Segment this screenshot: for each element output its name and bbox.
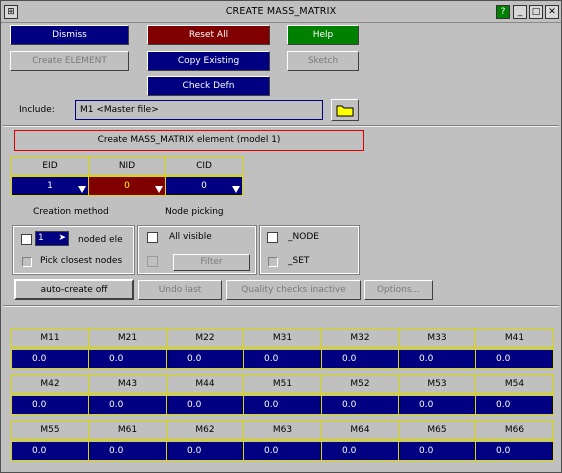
matrix-value-field[interactable]: 0.0 [11,441,89,461]
creation-method-label: Creation method [33,207,109,217]
dropdown-arrow-icon[interactable] [155,186,163,193]
noded-checkbox[interactable] [21,234,32,245]
dropdown-arrow-icon[interactable] [78,186,86,193]
matrix-header: M22 [166,328,244,348]
options-button[interactable]: Options... [364,280,433,300]
copy-existing-button[interactable]: Copy Existing [147,51,270,71]
matrix-header: M65 [398,420,476,440]
check-defn-button[interactable]: Check Defn [147,76,270,96]
matrix-value-field[interactable]: 0.0 [243,349,322,369]
minimize-icon[interactable]: _ [513,5,527,19]
matrix-value-field[interactable]: 0.0 [321,441,399,461]
matrix-header: M33 [398,328,476,348]
cid-value: 0 [201,181,207,191]
create-element-button[interactable]: Create ELEMENT [10,51,129,71]
noded-count-field[interactable]: 1 ➤ [35,231,69,246]
close-icon[interactable]: ✕ [545,5,559,19]
matrix-value-field[interactable]: 0.0 [475,441,554,461]
noded-ele-label: noded ele [78,235,123,245]
sketch-button[interactable]: Sketch [287,51,359,71]
include-field[interactable]: M1 <Master file> [75,100,323,120]
matrix-value-field[interactable]: 0.0 [88,395,167,415]
window-title: CREATE MASS_MATRIX [225,6,337,17]
matrix-value-field[interactable]: 0.0 [243,395,322,415]
all-visible-checkbox[interactable] [147,232,158,243]
matrix-header: M62 [166,420,244,440]
nid-field[interactable]: 0 [88,176,166,196]
separator [3,305,559,307]
eid-header: EID [11,156,89,176]
folder-icon [336,105,354,117]
auto-create-button[interactable]: auto-create off [14,279,134,300]
pick-closest-label: Pick closest nodes [40,256,123,266]
matrix-header: M41 [475,328,554,348]
matrix-header: M31 [243,328,322,348]
matrix-header: M51 [243,374,322,394]
matrix-value-field[interactable]: 0.0 [88,349,167,369]
node-picking-label: Node picking [165,207,224,217]
folder-icon-button[interactable] [331,99,359,121]
matrix-header: M52 [321,374,399,394]
cid-field[interactable]: 0 [165,176,243,196]
matrix-header: M43 [88,374,167,394]
nid-header: NID [88,156,166,176]
filter-checkbox[interactable] [147,256,158,267]
matrix-value-field[interactable]: 0.0 [88,441,167,461]
help-icon[interactable]: ? [496,5,510,19]
node-checkbox[interactable] [267,232,278,243]
matrix-header: M11 [11,328,89,348]
matrix-value-field[interactable]: 0.0 [475,395,554,415]
matrix-header: M64 [321,420,399,440]
matrix-header: M42 [11,374,89,394]
matrix-value-field[interactable]: 0.0 [11,395,89,415]
matrix-value-field[interactable]: 0.0 [166,349,244,369]
matrix-value-field[interactable]: 0.0 [398,349,476,369]
matrix-value-field[interactable]: 0.0 [243,441,322,461]
matrix-value-field[interactable]: 0.0 [166,441,244,461]
matrix-header: M44 [166,374,244,394]
dropdown-arrow-icon[interactable] [232,186,240,193]
quality-checks-button[interactable]: Quality checks inactive [226,280,361,300]
matrix-header: M21 [88,328,167,348]
undo-last-button[interactable]: Undo last [138,280,222,300]
eid-value: 1 [47,181,53,191]
set-toggle[interactable] [268,257,278,267]
set-label: _SET [288,256,310,266]
separator [3,125,559,127]
include-label: Include: [19,105,55,115]
matrix-value-field[interactable]: 0.0 [475,349,554,369]
matrix-header: M61 [88,420,167,440]
matrix-value-field[interactable]: 0.0 [321,349,399,369]
cid-header: CID [165,156,243,176]
filter-button[interactable]: Filter [173,254,250,271]
maximize-icon[interactable]: □ [529,5,543,19]
matrix-header: M32 [321,328,399,348]
matrix-value-field[interactable]: 0.0 [166,395,244,415]
matrix-header: M54 [475,374,554,394]
noded-count-value: 1 [38,233,44,243]
matrix-value-field[interactable]: 0.0 [398,441,476,461]
matrix-value-field[interactable]: 0.0 [321,395,399,415]
arrow-right-icon[interactable]: ➤ [58,232,66,245]
node-label: _NODE [288,232,319,242]
matrix-header: M66 [475,420,554,440]
eid-field[interactable]: 1 [11,176,89,196]
create-element-label: Create MASS_MATRIX element (model 1) [14,130,364,151]
all-visible-label: All visible [169,232,212,242]
reset-all-button[interactable]: Reset All [147,25,270,45]
dismiss-button[interactable]: Dismiss [10,25,129,45]
matrix-header: M53 [398,374,476,394]
pick-closest-toggle[interactable] [22,257,32,267]
nid-value: 0 [124,181,130,191]
matrix-header: M55 [11,420,89,440]
matrix-value-field[interactable]: 0.0 [11,349,89,369]
create-mass-matrix-window: ⊞ CREATE MASS_MATRIX ? _ □ ✕ Dismiss Res… [0,0,562,473]
help-button[interactable]: Help [287,25,359,45]
matrix-value-field[interactable]: 0.0 [398,395,476,415]
matrix-header: M63 [243,420,322,440]
